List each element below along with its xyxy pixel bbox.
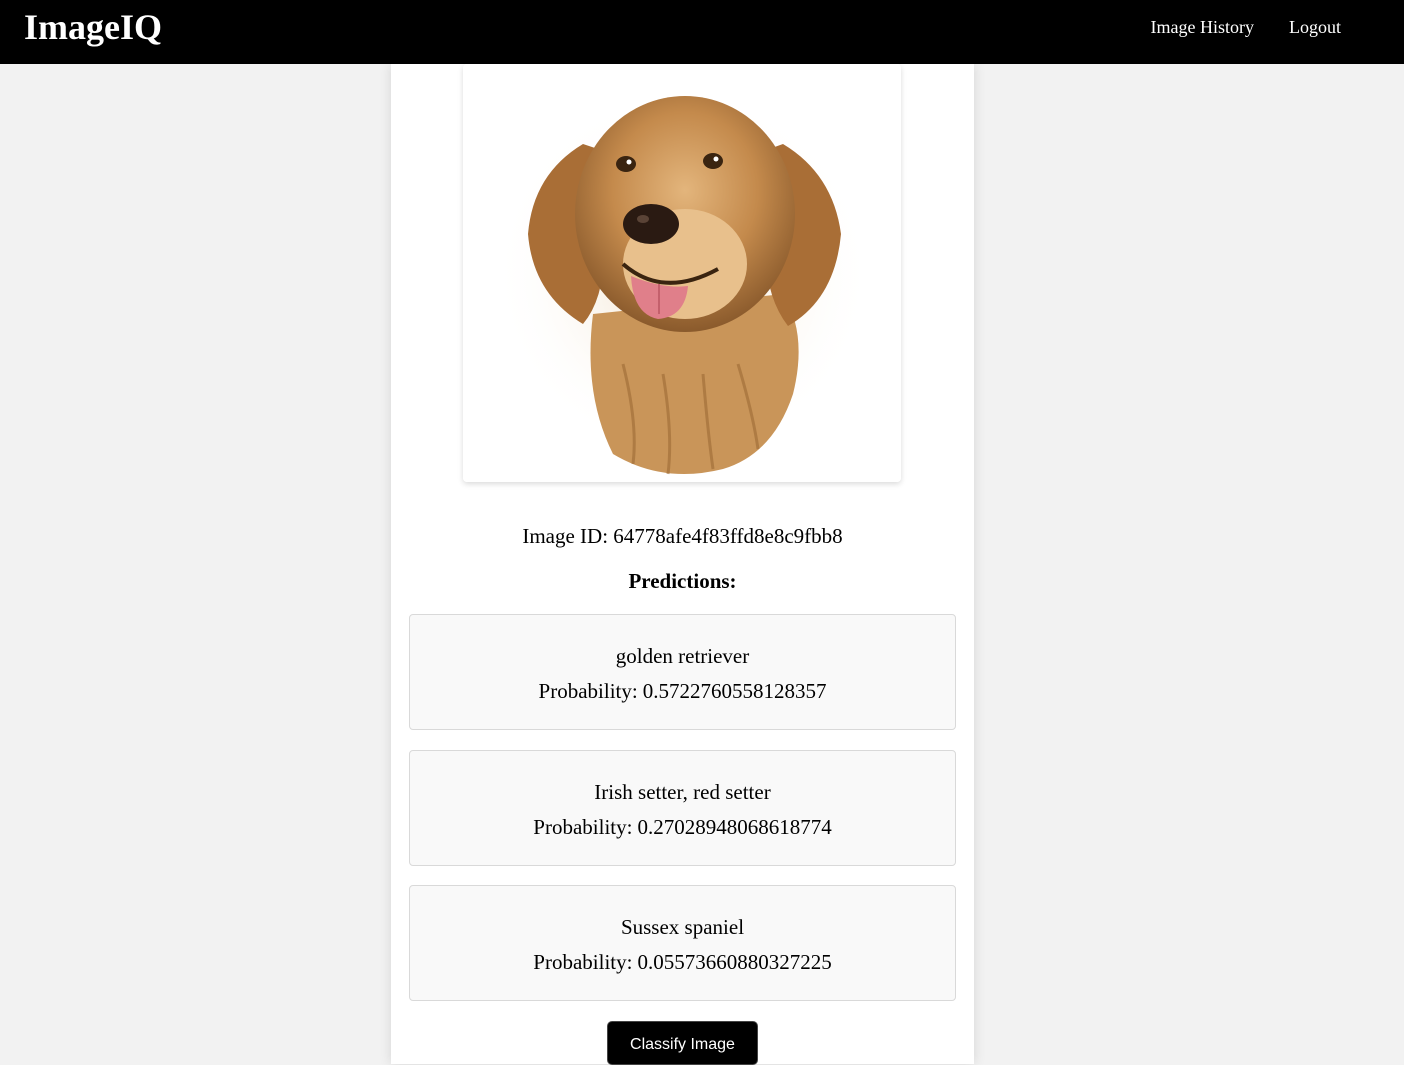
probability-value: 0.27028948068618774 xyxy=(637,815,832,839)
dog-illustration xyxy=(463,64,901,482)
prediction-probability: Probability: 0.5722760558128357 xyxy=(410,679,955,704)
nav-link-image-history[interactable]: Image History xyxy=(1151,17,1254,38)
probability-value: 0.5722760558128357 xyxy=(642,679,827,703)
prediction-item: Sussex spaniel Probability: 0.05573660880… xyxy=(409,885,956,1001)
prediction-item: golden retriever Probability: 0.572276055… xyxy=(409,614,956,730)
nav-links: Image History Logout xyxy=(1151,17,1341,38)
image-id-value: 64778afe4f83ffd8e8c9fbb8 xyxy=(613,524,843,548)
brand-logo[interactable]: ImageIQ xyxy=(24,6,162,48)
prediction-probability: Probability: 0.05573660880327225 xyxy=(410,950,955,975)
prediction-probability: Probability: 0.27028948068618774 xyxy=(410,815,955,840)
prediction-label: Irish setter, red setter xyxy=(594,780,771,804)
classify-image-button[interactable]: Classify Image xyxy=(607,1021,758,1065)
probability-label: Probability: xyxy=(533,815,633,839)
probability-label: Probability: xyxy=(533,950,633,974)
prediction-label: golden retriever xyxy=(615,644,750,668)
probability-value: 0.05573660880327225 xyxy=(637,950,832,974)
uploaded-image xyxy=(463,64,901,482)
predictions-heading: Predictions: xyxy=(628,569,737,593)
probability-label: Probability: xyxy=(538,679,638,703)
image-id-label: Image ID: xyxy=(522,524,609,548)
prediction-item: Irish setter, red setter Probability: 0.2… xyxy=(409,750,956,866)
prediction-label: Sussex spaniel xyxy=(620,915,745,939)
result-card: Image ID: 64778afe4f83ffd8e8c9fbb8 Predi… xyxy=(391,64,974,1065)
nav-link-logout[interactable]: Logout xyxy=(1289,17,1341,38)
top-navbar: ImageIQ Image History Logout xyxy=(0,0,1404,64)
image-id: Image ID: 64778afe4f83ffd8e8c9fbb8 xyxy=(391,524,974,549)
